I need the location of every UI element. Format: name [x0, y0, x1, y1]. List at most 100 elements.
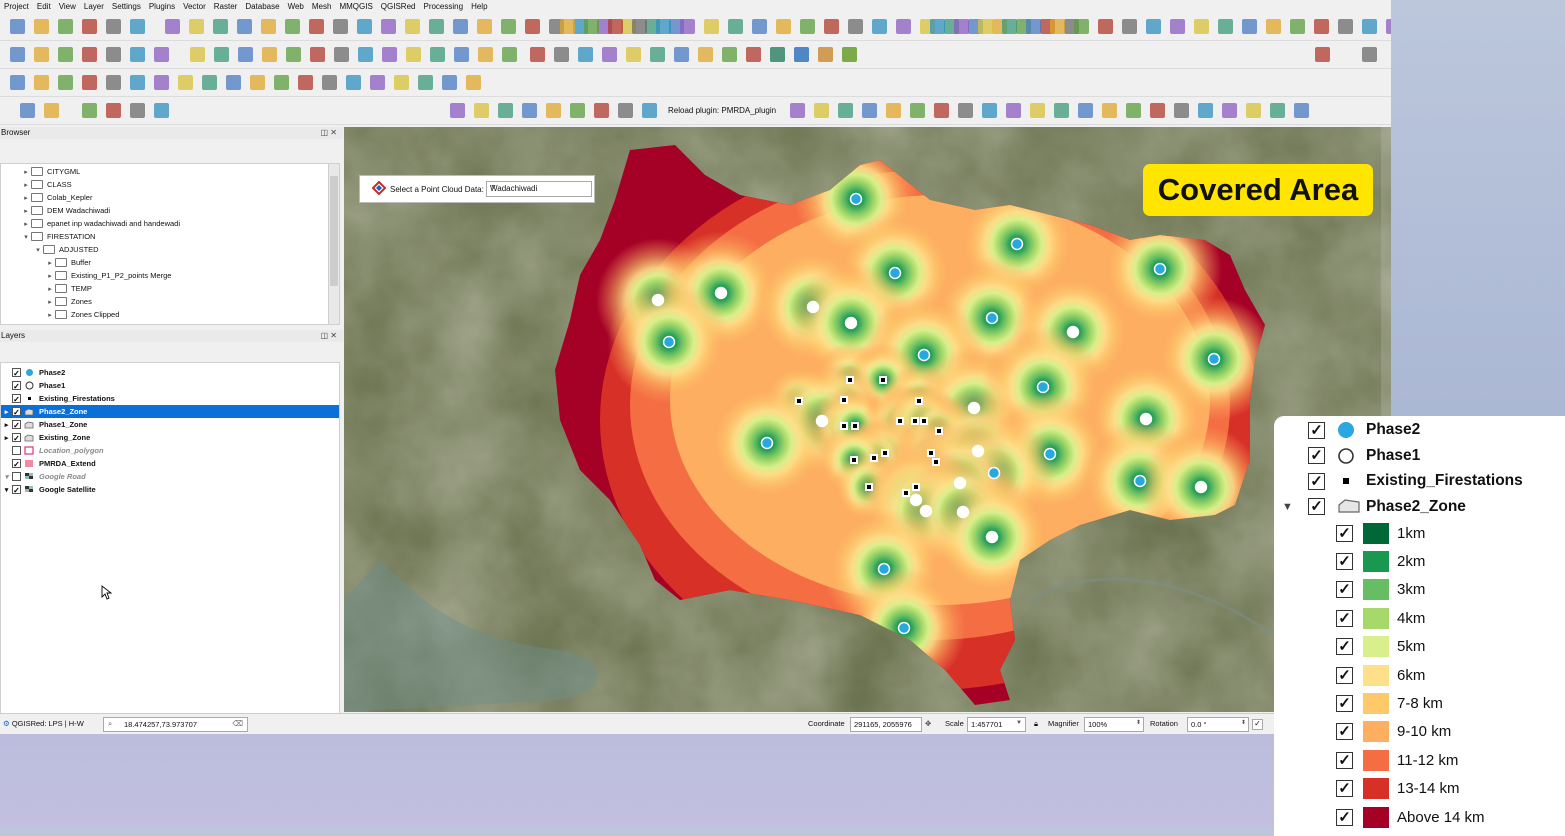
- legend-checkbox[interactable]: ✓: [1336, 694, 1353, 712]
- toolbar-tool-icon[interactable]: [1338, 19, 1353, 34]
- legend-checkbox[interactable]: ✓: [1308, 421, 1325, 439]
- layer-row[interactable]: Location_polygon: [1, 444, 339, 457]
- layer-checkbox[interactable]: ✓: [12, 394, 21, 404]
- browser-item[interactable]: ▸ Colab_Kepler: [21, 191, 92, 204]
- legend-checkbox[interactable]: ✓: [1336, 552, 1353, 570]
- toolbar-tool-icon[interactable]: [502, 47, 517, 62]
- toolbar-tool-icon[interactable]: [722, 47, 737, 62]
- toolbar-tool-icon[interactable]: [958, 103, 973, 118]
- toolbar-tool-icon[interactable]: [154, 75, 169, 90]
- chevron-down-icon[interactable]: ▾: [21, 233, 31, 241]
- toolbar-tool-icon[interactable]: [1146, 19, 1161, 34]
- browser-item[interactable]: ▸ CLASS: [21, 178, 72, 191]
- toolbar-tool-icon[interactable]: [1074, 19, 1089, 34]
- browser-item[interactable]: ▾ ADJUSTED: [33, 243, 99, 256]
- toolbar-tool-icon[interactable]: [418, 75, 433, 90]
- toolbar-tool-icon[interactable]: [130, 75, 145, 90]
- toolbar-tool-icon[interactable]: [680, 19, 695, 34]
- toolbar-tool-icon[interactable]: [1270, 103, 1285, 118]
- toolbar-tool-icon[interactable]: [1078, 103, 1093, 118]
- legend-checkbox[interactable]: ✓: [1336, 723, 1353, 741]
- chevron-down-icon[interactable]: ▾: [33, 246, 43, 254]
- toolbar-tool-icon[interactable]: [106, 47, 121, 62]
- render-checkbox[interactable]: ✓: [1252, 719, 1263, 730]
- toolbar-tool-icon[interactable]: [154, 103, 169, 118]
- chevron-right-icon[interactable]: ▸: [21, 181, 31, 189]
- toolbar-tool-icon[interactable]: [578, 47, 593, 62]
- legend-checkbox[interactable]: ✓: [1308, 472, 1325, 490]
- toolbar-tool-icon[interactable]: [650, 47, 665, 62]
- toolbar-tool-icon[interactable]: [309, 19, 324, 34]
- toolbar-tool-icon[interactable]: [546, 103, 561, 118]
- toolbar-tool-icon[interactable]: [189, 19, 204, 34]
- toolbar-tool-icon[interactable]: [656, 19, 671, 34]
- toolbar-tool-icon[interactable]: [570, 103, 585, 118]
- menu-item-project[interactable]: Project: [0, 2, 33, 11]
- rotation-field[interactable]: 0.0 ° ⬍: [1187, 717, 1249, 732]
- toolbar-tool-icon[interactable]: [824, 19, 839, 34]
- layer-row[interactable]: ✓ Existing_Firestations: [1, 392, 339, 405]
- toolbar-tool-icon[interactable]: [442, 75, 457, 90]
- toolbar-tool-icon[interactable]: [1198, 103, 1213, 118]
- toolbar-tool-icon[interactable]: [554, 47, 569, 62]
- magnifier-field[interactable]: 100% ⬍: [1084, 717, 1144, 732]
- locator-search-input[interactable]: ⌕ 18.474257,73.973707 ⌫: [103, 717, 248, 732]
- toolbar-tool-icon[interactable]: [106, 19, 121, 34]
- legend-checkbox[interactable]: ✓: [1336, 808, 1353, 826]
- toolbar-tool-icon[interactable]: [213, 19, 228, 34]
- layer-checkbox[interactable]: ✓: [12, 381, 21, 391]
- toolbar-tool-icon[interactable]: [165, 19, 180, 34]
- toolbar-tool-icon[interactable]: [58, 19, 73, 34]
- layer-checkbox[interactable]: [12, 446, 21, 455]
- legend-checkbox[interactable]: ✓: [1336, 524, 1353, 542]
- layer-row[interactable]: ▸ ✓ Phase2_Zone: [1, 405, 339, 418]
- toolbar-tool-icon[interactable]: [474, 103, 489, 118]
- toolbar-tool-icon[interactable]: [910, 103, 925, 118]
- layer-checkbox[interactable]: ✓: [12, 459, 21, 469]
- coordinate-field[interactable]: 291165, 2055976: [850, 717, 922, 732]
- toolbar-tool-icon[interactable]: [1386, 19, 1391, 34]
- toolbar-tool-icon[interactable]: [274, 75, 289, 90]
- toolbar-tool-icon[interactable]: [405, 19, 420, 34]
- toolbar-tool-icon[interactable]: [1294, 103, 1309, 118]
- legend-checkbox[interactable]: ✓: [1336, 581, 1353, 599]
- browser-item[interactable]: ▸ epanet inp wadachiwadi and handewadi: [21, 217, 180, 230]
- scale-field[interactable]: 1:457701 ▼: [967, 717, 1026, 732]
- toolbar-tool-icon[interactable]: [58, 75, 73, 90]
- layer-checkbox[interactable]: ✓: [12, 433, 21, 443]
- qgisred-status[interactable]: ⚙ QGISRed: LPS | H-W: [3, 719, 84, 728]
- toolbar-tool-icon[interactable]: [982, 103, 997, 118]
- menu-item-mesh[interactable]: Mesh: [308, 2, 336, 11]
- toolbar-tool-icon[interactable]: [790, 103, 805, 118]
- toolbar-tool-icon[interactable]: [34, 47, 49, 62]
- toolbar-tool-icon[interactable]: [896, 19, 911, 34]
- menu-item-processing[interactable]: Processing: [419, 2, 467, 11]
- toolbar-tool-icon[interactable]: [501, 19, 516, 34]
- menu-item-layer[interactable]: Layer: [80, 2, 108, 11]
- layer-row[interactable]: ▸ ✓ Phase1_Zone: [1, 418, 339, 431]
- toolbar-tool-icon[interactable]: [498, 103, 513, 118]
- lock-icon[interactable]: 🔒︎: [1034, 719, 1038, 729]
- toolbar-tool-icon[interactable]: [58, 47, 73, 62]
- chevron-right-icon[interactable]: ▸: [21, 168, 31, 176]
- menu-item-settings[interactable]: Settings: [108, 2, 145, 11]
- toolbar-tool-icon[interactable]: [704, 19, 719, 34]
- toolbar-tool-icon[interactable]: [1050, 19, 1065, 34]
- toolbar-tool-icon[interactable]: [357, 19, 372, 34]
- toolbar-tool-icon[interactable]: [1222, 103, 1237, 118]
- browser-item[interactable]: ▸ Existing_P1_P2_points Merge: [45, 269, 171, 282]
- layer-checkbox[interactable]: ✓: [12, 368, 21, 378]
- toolbar-tool-icon[interactable]: [381, 19, 396, 34]
- toolbar-tool-icon[interactable]: [594, 103, 609, 118]
- legend-checkbox[interactable]: ✓: [1336, 751, 1353, 769]
- panel-close-icon[interactable]: ◫ ✕: [321, 331, 337, 340]
- extents-toggle-icon[interactable]: ✥: [925, 719, 931, 728]
- chevron-right-icon[interactable]: ▸: [21, 207, 31, 215]
- layer-row[interactable]: ✓ PMRDA_Extend: [1, 457, 339, 470]
- toolbar-tool-icon[interactable]: [130, 47, 145, 62]
- toolbar-tool-icon[interactable]: [406, 47, 421, 62]
- chevron-right-icon[interactable]: ▸: [45, 259, 55, 267]
- toolbar-tool-icon[interactable]: [814, 103, 829, 118]
- spinner-icon[interactable]: ⬍: [1241, 719, 1246, 726]
- toolbar-tool-icon[interactable]: [776, 19, 791, 34]
